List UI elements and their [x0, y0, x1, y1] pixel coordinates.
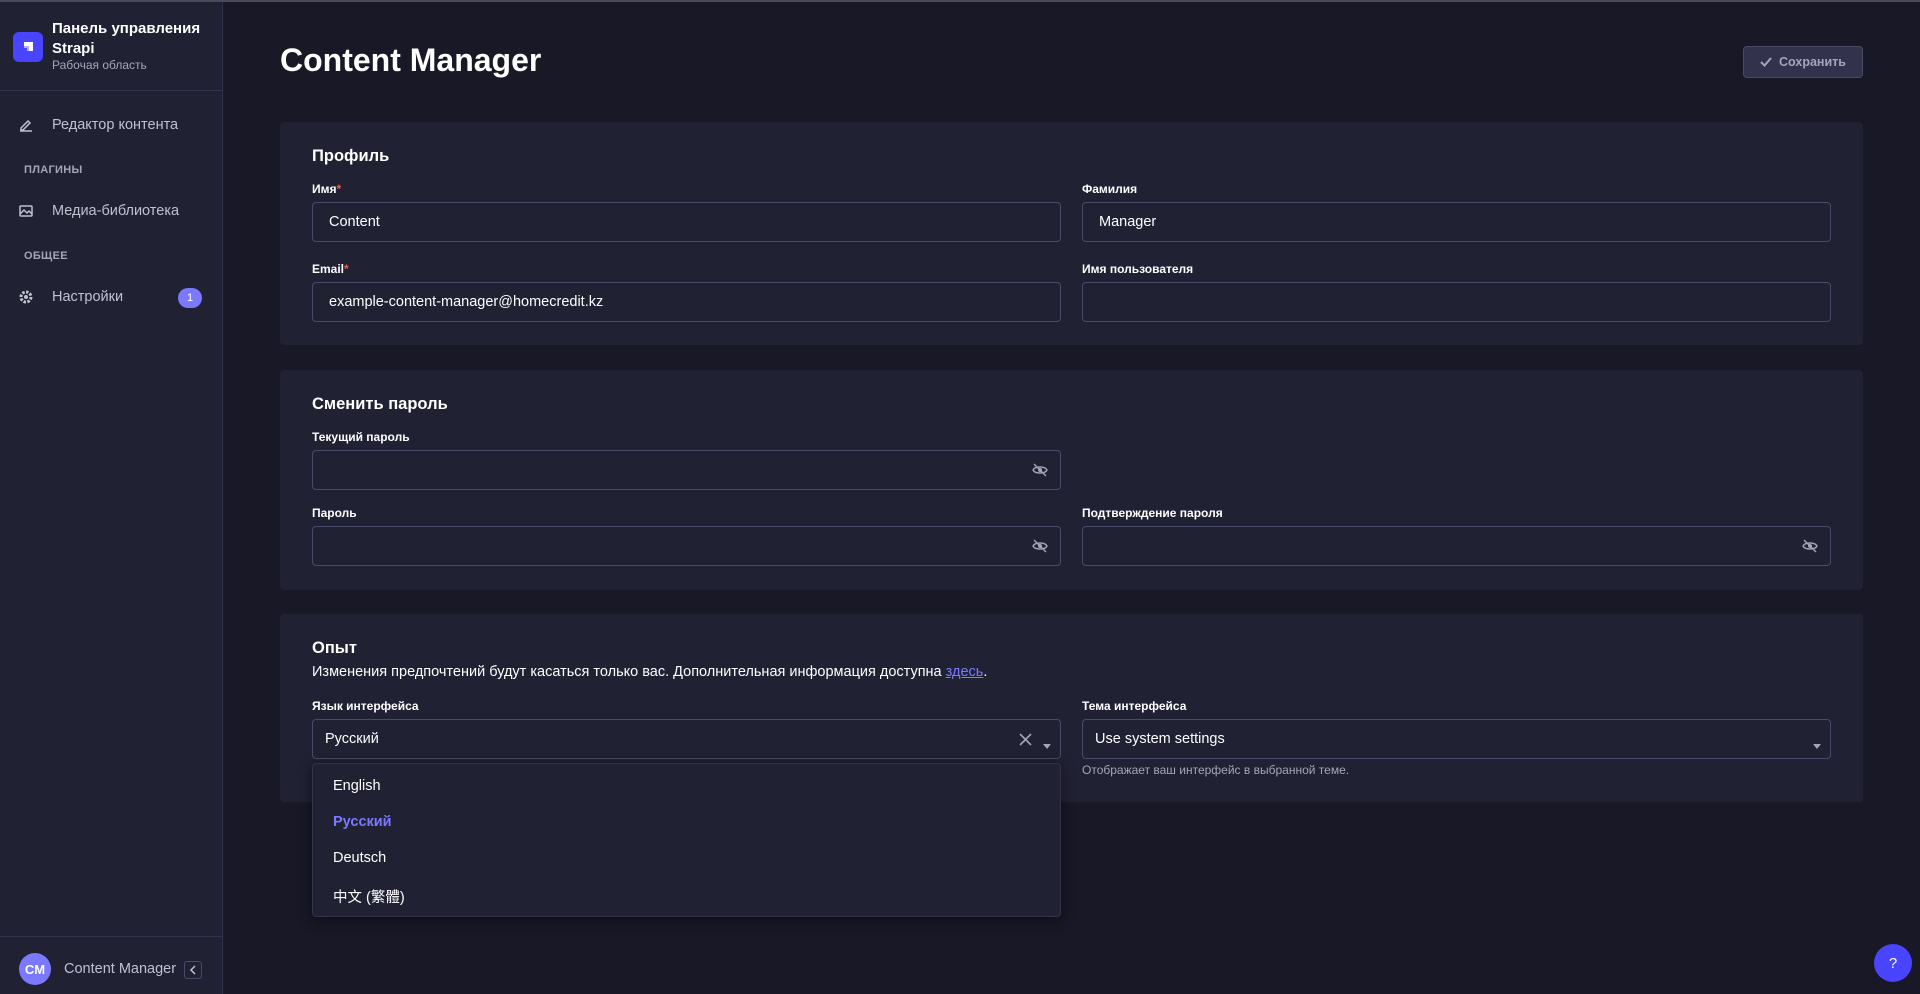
eye-off-icon[interactable] [1030, 460, 1050, 480]
language-select-value: Русский [325, 731, 379, 747]
sidebar: Панель управления Strapi Рабочая область… [0, 2, 223, 994]
chevron-down-icon[interactable] [1043, 737, 1051, 753]
chevron-down-icon[interactable] [1813, 737, 1821, 753]
email-label: Email* [312, 262, 349, 276]
brand-title: Панель управления Strapi [52, 20, 201, 57]
new-password-field[interactable] [312, 526, 1061, 566]
new-password-label: Пароль [312, 506, 357, 520]
last-name-field[interactable] [1082, 202, 1831, 242]
profile-title: Профиль [312, 147, 390, 165]
eye-off-icon[interactable] [1800, 536, 1820, 556]
user-footer: CM Content Manager [0, 936, 222, 994]
language-option-chinese-traditional[interactable]: 中文 (繁體) [333, 886, 1033, 907]
current-password-field[interactable] [312, 450, 1061, 490]
brand-header: Панель управления Strapi Рабочая область [0, 2, 222, 91]
gear-icon [12, 289, 40, 305]
language-option-german[interactable]: Deutsch [333, 850, 1033, 866]
current-password-label: Текущий пароль [312, 430, 410, 444]
username-field[interactable] [1082, 282, 1831, 322]
docs-link[interactable]: здесь [946, 664, 984, 680]
image-icon [12, 203, 40, 219]
language-select[interactable]: Русский [312, 719, 1061, 759]
save-button-label: Сохранить [1779, 55, 1846, 69]
password-title: Сменить пароль [312, 395, 448, 413]
check-icon [1760, 57, 1772, 67]
chevron-left-icon [189, 965, 196, 975]
eye-off-icon[interactable] [1030, 536, 1050, 556]
username-label: Имя пользователя [1082, 262, 1194, 276]
confirm-password-label: Подтверждение пароля [1082, 506, 1223, 520]
sidebar-item-label: Редактор контента [52, 117, 179, 133]
clear-icon[interactable] [1019, 733, 1032, 750]
experience-description: Изменения предпочтений будут касаться то… [312, 664, 988, 680]
save-button[interactable]: Сохранить [1743, 46, 1863, 78]
sidebar-item-label: Медиа-библиотека [52, 203, 180, 219]
user-name[interactable]: Content Manager [64, 961, 176, 977]
strapi-logo-icon [13, 32, 43, 62]
avatar[interactable]: CM [19, 953, 51, 985]
window-top-border [0, 0, 1920, 2]
pencil-icon [12, 117, 40, 133]
workspace-label: Рабочая область [52, 58, 147, 72]
page-title: Content Manager [280, 42, 542, 78]
email-field[interactable] [312, 282, 1061, 322]
collapse-sidebar-button[interactable] [184, 961, 202, 979]
first-name-label: Имя* [312, 182, 342, 196]
theme-select[interactable]: Use system settings [1082, 719, 1831, 759]
first-name-field[interactable] [312, 202, 1061, 242]
theme-hint: Отображает ваш интерфейс в выбранной тем… [1082, 763, 1350, 777]
sidebar-item-label: Настройки [52, 289, 124, 305]
language-option-russian[interactable]: Русский [333, 814, 1033, 830]
sidebar-item-content-manager[interactable]: Редактор контента [12, 107, 210, 143]
experience-title: Опыт [312, 639, 357, 657]
profile-card: Профиль Имя* Фамилия Email* Имя пользова… [280, 122, 1863, 345]
help-button[interactable]: ? [1874, 944, 1912, 982]
language-label: Язык интерфейса [312, 699, 419, 713]
theme-label: Тема интерфейса [1082, 699, 1187, 713]
nav-section-general: ОБЩЕЕ [24, 250, 68, 262]
last-name-label: Фамилия [1082, 182, 1138, 196]
confirm-password-field[interactable] [1082, 526, 1831, 566]
language-dropdown-menu: English Русский Deutsch 中文 (繁體) [312, 763, 1061, 917]
sidebar-item-settings[interactable]: Настройки 1 [12, 279, 210, 315]
theme-select-value: Use system settings [1095, 731, 1225, 747]
password-card: Сменить пароль Текущий пароль Пароль Под… [280, 370, 1863, 590]
nav-section-plugins: ПЛАГИНЫ [24, 164, 83, 176]
notification-badge: 1 [178, 288, 202, 308]
language-option-english[interactable]: English [333, 778, 1033, 794]
sidebar-item-media-library[interactable]: Медиа-библиотека [12, 193, 210, 229]
